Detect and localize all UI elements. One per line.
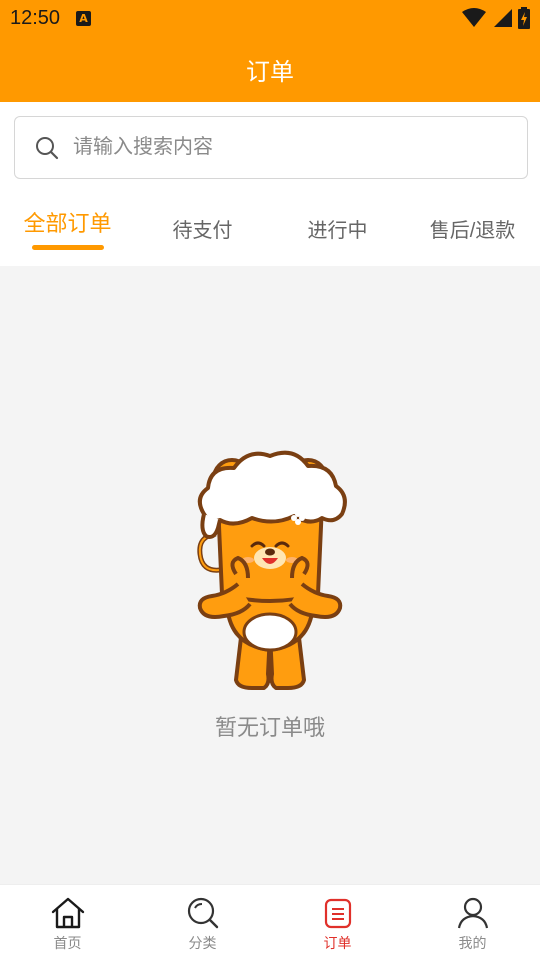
active-tab-indicator <box>32 245 104 250</box>
tab-label: 进行中 <box>307 220 368 242</box>
nav-item-profile[interactable]: 我的 <box>405 885 540 960</box>
tab-after-sales[interactable]: 售后/退款 <box>405 194 540 266</box>
status-icons <box>462 7 530 29</box>
search-icon <box>36 136 59 159</box>
battery-charging-icon <box>518 7 530 29</box>
nav-label: 分类 <box>188 935 217 951</box>
bottom-navigation: 首页 分类 订单 我的 <box>0 884 540 960</box>
status-time: 12:50 <box>10 6 61 29</box>
tab-in-progress[interactable]: 进行中 <box>270 194 405 266</box>
home-icon <box>49 895 87 931</box>
signal-icon <box>494 9 512 27</box>
nav-label: 我的 <box>458 935 487 951</box>
orders-screen: 12:50 A 订单 请输入搜索内容 全部订单 待支付 进行中 售后/退款 暂无… <box>0 0 540 960</box>
wifi-icon <box>462 8 486 27</box>
nav-label: 首页 <box>53 935 82 951</box>
magnifier-icon <box>184 895 222 931</box>
bear-mascot-illustration <box>197 450 347 690</box>
order-list-empty: 暂无订单哦 <box>0 266 540 884</box>
nav-label: 订单 <box>323 935 352 951</box>
tab-all-orders[interactable]: 全部订单 <box>0 194 135 266</box>
filter-panel: 全部订单 待支付 进行中 售后/退款 <box>0 102 540 266</box>
page-title: 订单 <box>246 58 294 86</box>
nav-item-home[interactable]: 首页 <box>0 885 135 960</box>
app-header: 订单 <box>0 36 540 102</box>
nav-item-orders[interactable]: 订单 <box>270 885 405 960</box>
order-list-icon <box>319 895 357 931</box>
nav-item-category[interactable]: 分类 <box>135 885 270 960</box>
tab-label: 全部订单 <box>23 211 112 236</box>
search-input[interactable] <box>73 136 493 159</box>
notification-a-icon: A <box>76 10 92 26</box>
search-box[interactable] <box>14 116 528 179</box>
tab-label: 售后/退款 <box>429 220 516 242</box>
tab-pending-payment[interactable]: 待支付 <box>135 194 270 266</box>
status-bar: 12:50 A <box>0 0 540 36</box>
tab-label: 待支付 <box>172 220 233 242</box>
empty-state-message: 暂无订单哦 <box>214 715 325 740</box>
order-tabs: 全部订单 待支付 进行中 售后/退款 <box>0 194 540 266</box>
user-icon <box>454 895 492 931</box>
